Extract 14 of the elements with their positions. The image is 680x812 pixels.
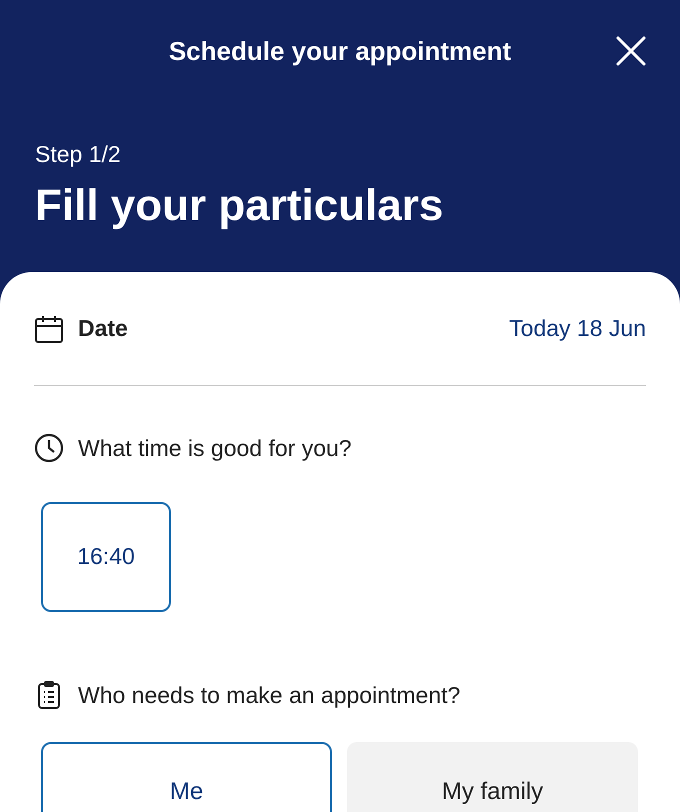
date-value[interactable]: Today 18 Jun	[509, 311, 646, 346]
who-question: Who needs to make an appointment?	[78, 680, 460, 710]
calendar-icon	[34, 314, 64, 344]
page-heading: Fill your particulars	[35, 184, 444, 228]
close-button[interactable]	[614, 34, 648, 68]
time-slot[interactable]: 16:40	[41, 502, 171, 612]
step-label: Step 1/2	[35, 140, 122, 169]
window-title: Schedule your appointment	[168, 34, 512, 68]
time-question: What time is good for you?	[78, 434, 352, 463]
close-icon	[616, 36, 646, 66]
clock-icon	[34, 433, 64, 464]
person-option[interactable]: My family	[347, 742, 638, 812]
date-label: Date	[78, 314, 128, 344]
person-option[interactable]: Me	[41, 742, 332, 812]
